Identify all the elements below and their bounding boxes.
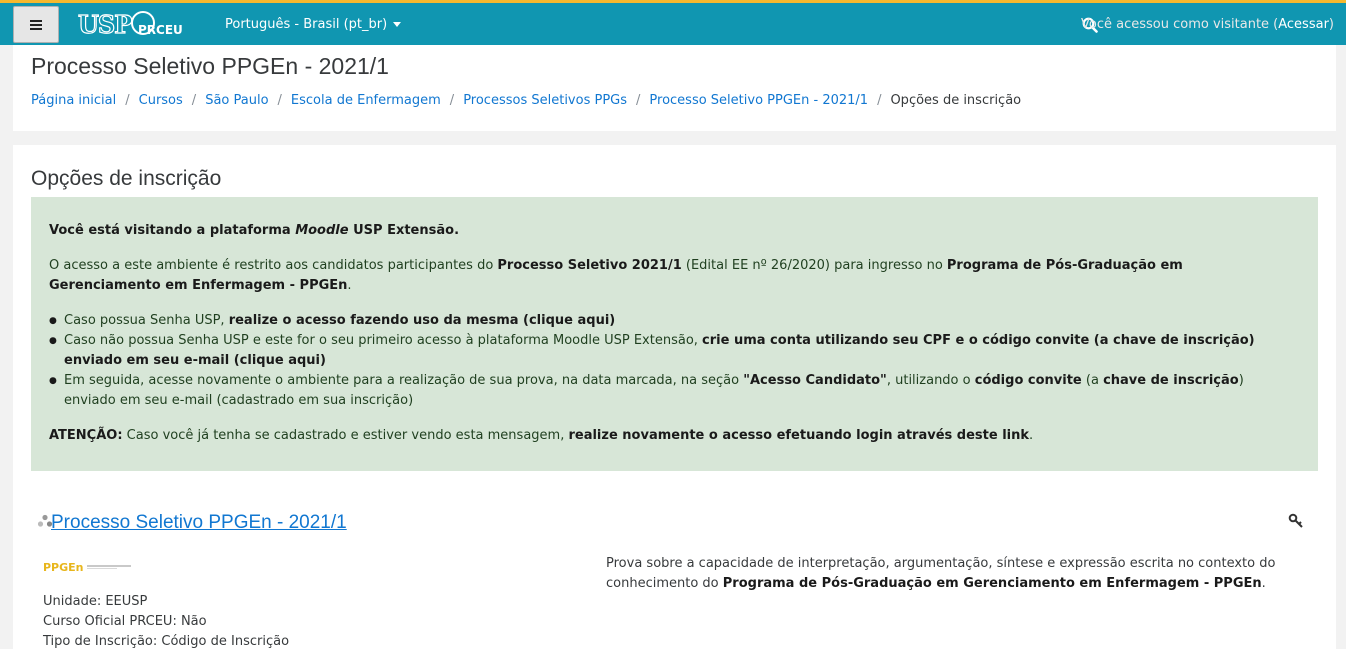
course-oficial: Curso Oficial PRCEU: Não <box>43 614 207 629</box>
menu-button[interactable] <box>13 6 59 43</box>
login-info: Você acessou como visitante (Acessar) <box>1081 17 1334 32</box>
svg-text:PRCEU: PRCEU <box>138 23 183 37</box>
svg-text:USP: USP <box>78 10 132 39</box>
list-item: Caso possua Senha USP, realize o acesso … <box>49 311 1268 331</box>
breadcrumb-separator: / <box>191 93 197 108</box>
login-again-link[interactable]: realize novamente o acesso efetuando log… <box>568 428 1029 443</box>
notice-intro: Você está visitando a plataforma Moodle … <box>49 223 460 238</box>
key-icon[interactable] <box>1288 513 1304 529</box>
breadcrumb-separator: / <box>125 93 130 108</box>
course-tipo-inscricao: Tipo de Inscrição: Código de Inscrição <box>43 634 290 649</box>
breadcrumb-processos-seletivos[interactable]: Processos Seletivos PPGs <box>463 93 627 108</box>
section-title: Opções de inscrição <box>31 167 222 190</box>
breadcrumb-cursos[interactable]: Cursos <box>139 93 183 108</box>
main-content: Opções de inscrição Você está visitando … <box>13 145 1336 649</box>
breadcrumb-home[interactable]: Página inicial <box>31 93 116 108</box>
notice-paragraph: O acesso a este ambiente é restrito aos … <box>49 258 1183 293</box>
language-selector[interactable]: Português - Brasil (pt_br) <box>225 17 402 32</box>
course-unidade: Unidade: EEUSP <box>43 594 148 609</box>
breadcrumb-sao-paulo[interactable]: São Paulo <box>205 93 268 108</box>
svg-text:PPGEn: PPGEn <box>43 561 84 572</box>
breadcrumb: Página inicial / Cursos / São Paulo / Escola d… <box>31 93 1021 108</box>
language-label: Português - Brasil (pt_br) <box>225 17 388 32</box>
list-item: Em seguida, acesse novamente o ambiente … <box>49 371 1268 411</box>
course-title-link[interactable]: Processo Seletivo PPGEn - 2021/1 <box>51 512 347 534</box>
usp-prceu-logo[interactable]: USP PRCEU <box>78 9 204 39</box>
breadcrumb-current: Opções de inscrição <box>890 93 1022 108</box>
notice-list: Caso possua Senha USP, realize o acesso … <box>49 311 1268 411</box>
breadcrumb-separator: / <box>636 93 641 108</box>
page-header: Processo Seletivo PPGEn - 2021/1 Página … <box>13 45 1336 131</box>
breadcrumb-course[interactable]: Processo Seletivo PPGEn - 2021/1 <box>649 93 868 108</box>
menu-icon <box>30 19 42 30</box>
senha-usp-link[interactable]: realize o acesso fazendo uso da mesma (c… <box>229 313 616 328</box>
list-item: Caso não possua Senha USP e este for o s… <box>49 331 1268 371</box>
breadcrumb-escola-enfermagem[interactable]: Escola de Enfermagem <box>291 93 441 108</box>
login-link[interactable]: Acessar <box>1278 17 1329 32</box>
login-prefix: Você acessou como visitante ( <box>1081 17 1279 32</box>
login-suffix: ) <box>1328 17 1334 32</box>
breadcrumb-separator: / <box>449 93 455 108</box>
info-notice: Você está visitando a plataforma Moodle … <box>31 197 1318 471</box>
breadcrumb-separator: / <box>277 93 282 108</box>
course-summary: Prova sobre a capacidade de interpretaçã… <box>606 556 1276 591</box>
breadcrumb-separator: / <box>877 93 882 108</box>
course-logo: PPGEn <box>43 561 131 572</box>
navbar: USP PRCEU Português - Brasil (pt_br) Voc… <box>0 0 1346 45</box>
notice-attention: ATENÇÃO: Caso você já tenha se cadastrad… <box>49 428 1034 443</box>
page-title: Processo Seletivo PPGEn - 2021/1 <box>31 53 389 79</box>
chevron-down-icon <box>393 22 402 27</box>
